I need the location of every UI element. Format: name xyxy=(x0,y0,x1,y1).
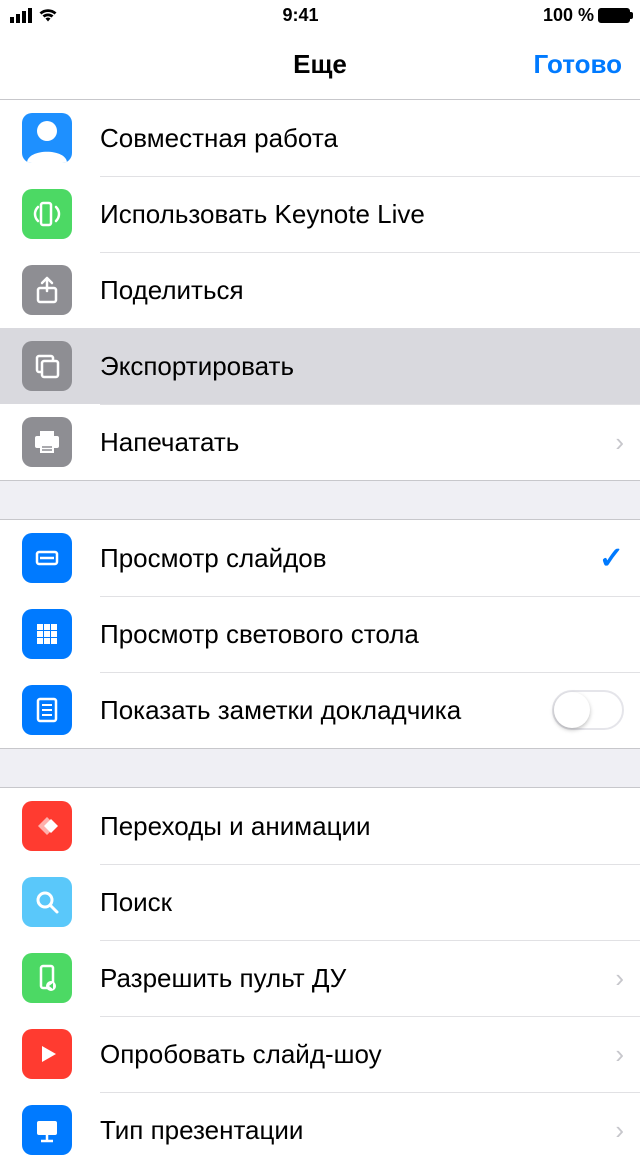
row-label: Тип презентации xyxy=(100,1115,615,1146)
row-transitions[interactable]: Переходы и анимации xyxy=(0,788,640,864)
row-rehearse[interactable]: Опробовать слайд-шоу › xyxy=(0,1016,640,1092)
nav-title: Еще xyxy=(293,49,347,80)
row-label: Экспортировать xyxy=(100,351,624,382)
battery-percent: 100 % xyxy=(543,5,594,26)
chevron-right-icon: › xyxy=(615,1115,624,1146)
row-label: Показать заметки докладчика xyxy=(100,695,552,726)
status-right: 100 % xyxy=(543,5,630,26)
chevron-right-icon: › xyxy=(615,963,624,994)
row-search[interactable]: Поиск xyxy=(0,864,640,940)
row-presentation-type[interactable]: Тип презентации › xyxy=(0,1092,640,1168)
row-export[interactable]: Экспортировать xyxy=(0,328,640,404)
row-share[interactable]: Поделиться xyxy=(0,252,640,328)
chevron-right-icon: › xyxy=(615,427,624,458)
light-table-icon xyxy=(22,609,72,659)
chevron-right-icon: › xyxy=(615,1039,624,1070)
status-left xyxy=(10,8,58,23)
battery-icon xyxy=(598,8,630,23)
row-print[interactable]: Напечатать › xyxy=(0,404,640,480)
row-label: Поиск xyxy=(100,887,624,918)
keynote-live-icon xyxy=(22,189,72,239)
row-label: Совместная работа xyxy=(100,123,624,154)
done-button[interactable]: Готово xyxy=(534,49,622,80)
row-label: Переходы и анимации xyxy=(100,811,624,842)
row-label: Разрешить пульт ДУ xyxy=(100,963,615,994)
row-label: Напечатать xyxy=(100,427,615,458)
wifi-icon xyxy=(38,8,58,22)
checkmark-icon: ✓ xyxy=(599,541,624,576)
remote-icon xyxy=(22,953,72,1003)
print-icon xyxy=(22,417,72,467)
transitions-icon xyxy=(22,801,72,851)
section-separator xyxy=(0,748,640,788)
play-icon xyxy=(22,1029,72,1079)
row-slide-view[interactable]: Просмотр слайдов ✓ xyxy=(0,520,640,596)
row-label: Опробовать слайд-шоу xyxy=(100,1039,615,1070)
presentation-type-icon xyxy=(22,1105,72,1155)
person-icon xyxy=(22,113,72,163)
export-icon xyxy=(22,341,72,391)
row-label: Использовать Keynote Live xyxy=(100,199,624,230)
search-icon xyxy=(22,877,72,927)
nav-bar: Еще Готово xyxy=(0,30,640,100)
presenter-notes-toggle[interactable] xyxy=(552,690,624,730)
section-separator xyxy=(0,480,640,520)
row-presenter-notes[interactable]: Показать заметки докладчика xyxy=(0,672,640,748)
row-remote[interactable]: Разрешить пульт ДУ › xyxy=(0,940,640,1016)
status-bar: 9:41 100 % xyxy=(0,0,640,30)
share-icon xyxy=(22,265,72,315)
slide-view-icon xyxy=(22,533,72,583)
row-label: Просмотр светового стола xyxy=(100,619,624,650)
row-label: Просмотр слайдов xyxy=(100,543,599,574)
status-time: 9:41 xyxy=(282,5,318,26)
signal-icon xyxy=(10,8,32,23)
row-collaborate[interactable]: Совместная работа xyxy=(0,100,640,176)
row-light-table[interactable]: Просмотр светового стола xyxy=(0,596,640,672)
presenter-notes-icon xyxy=(22,685,72,735)
row-keynote-live[interactable]: Использовать Keynote Live xyxy=(0,176,640,252)
row-label: Поделиться xyxy=(100,275,624,306)
